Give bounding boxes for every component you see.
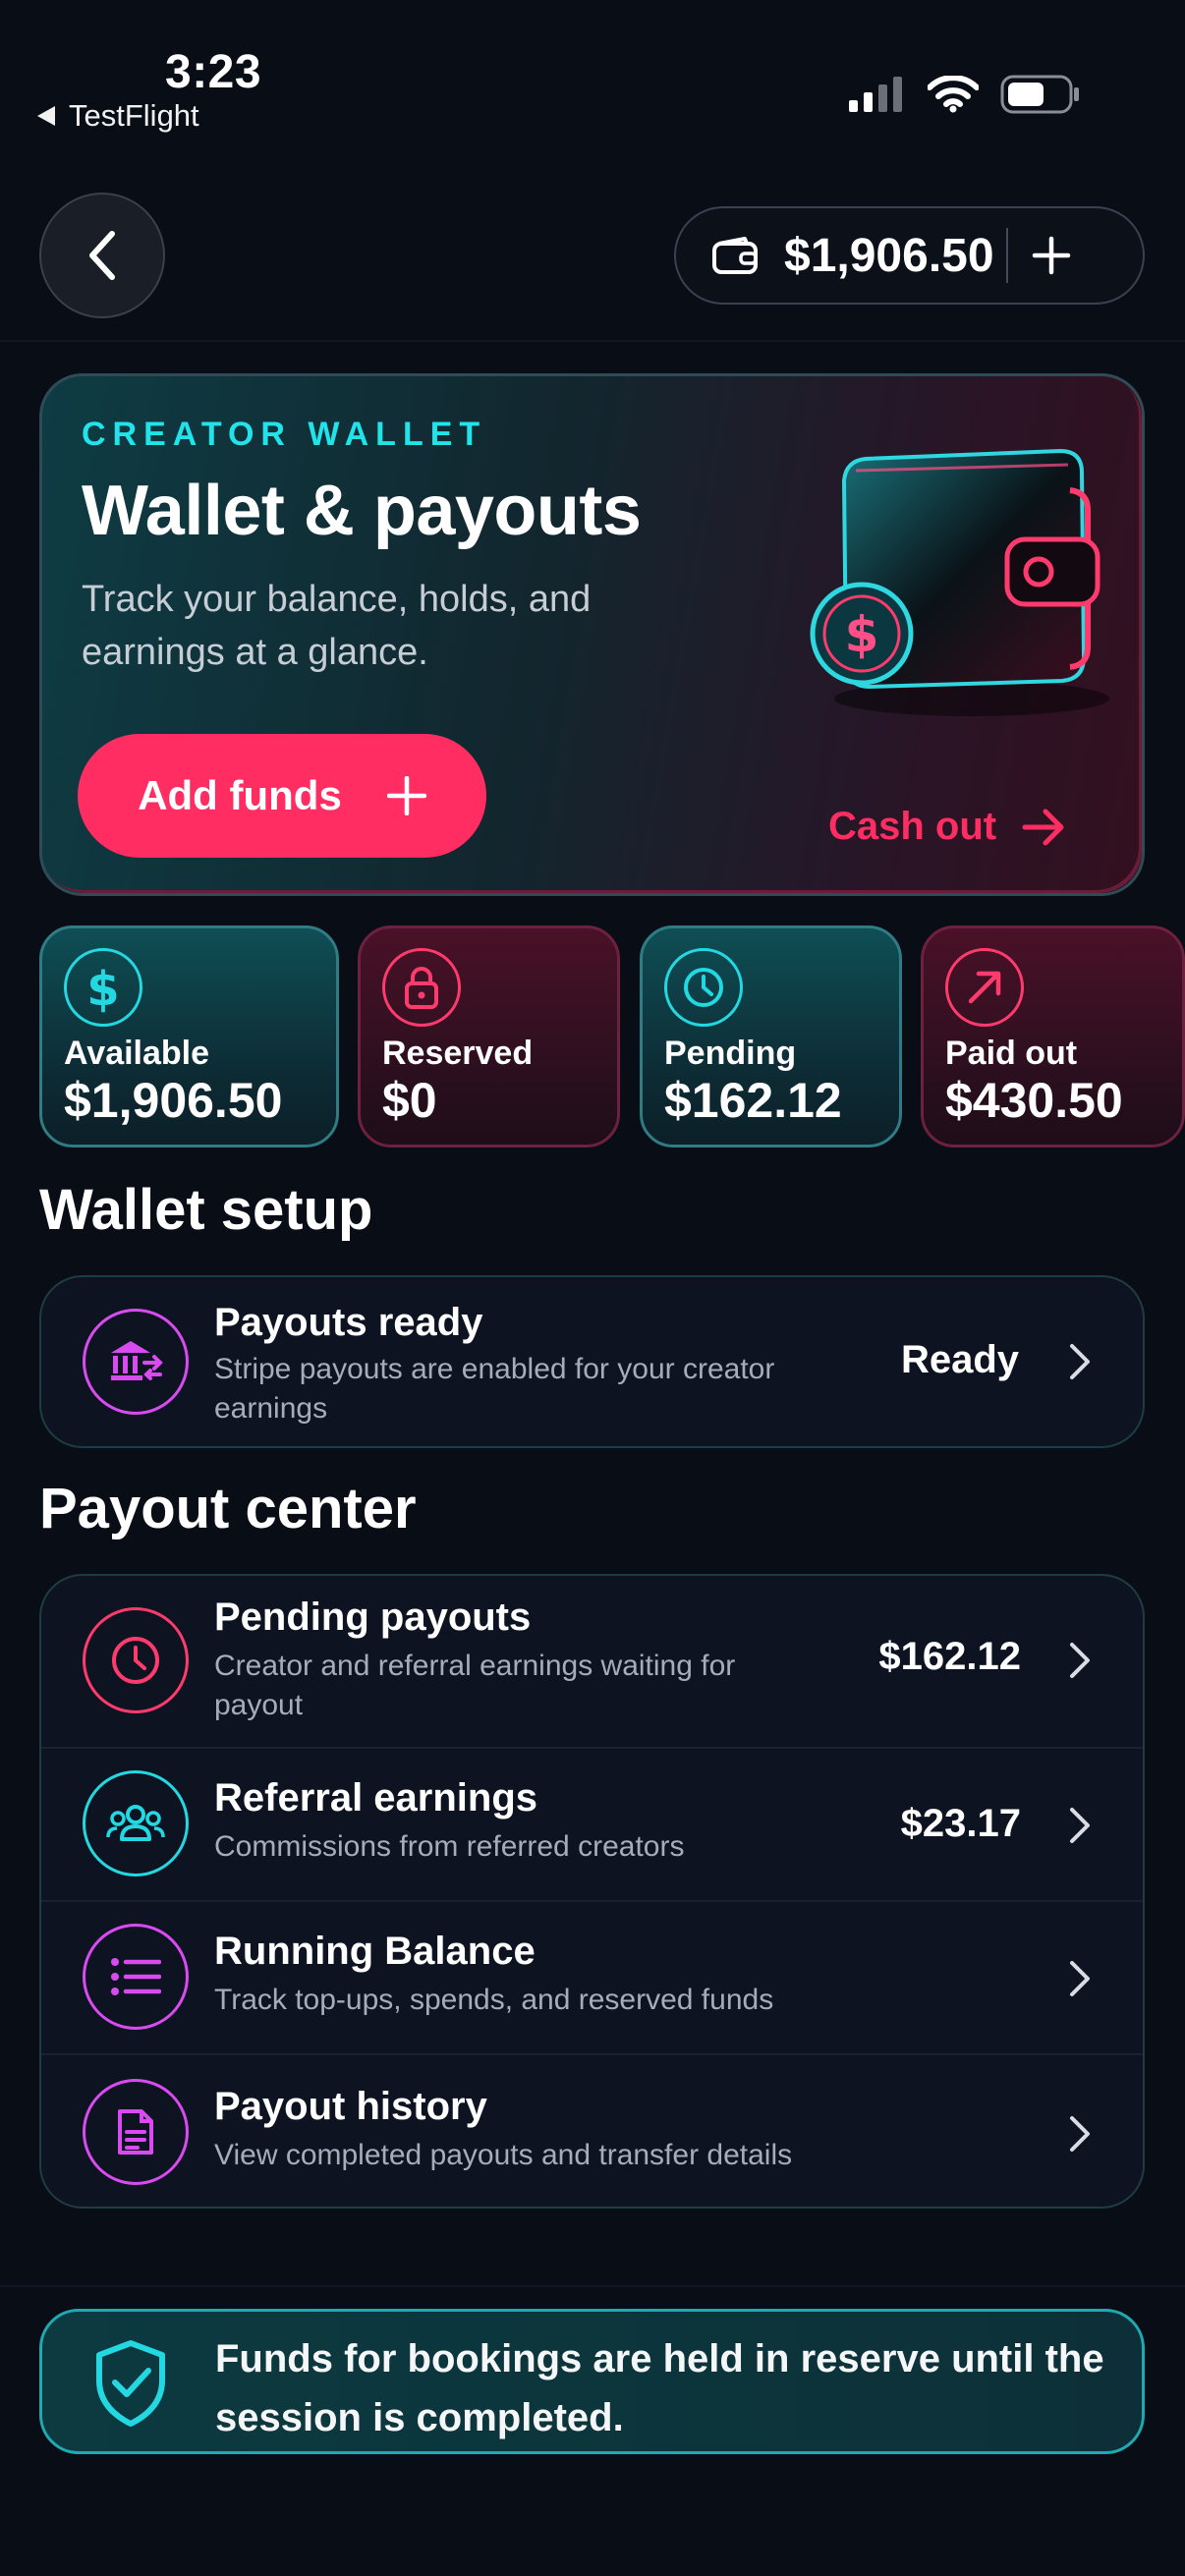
svg-text:$: $ <box>86 962 119 1013</box>
clock-icon <box>664 948 743 1027</box>
wallet-setup-heading: Wallet setup <box>39 1178 373 1242</box>
plus-icon <box>386 776 426 815</box>
payout-center-heading: Payout center <box>39 1477 417 1540</box>
header-divider <box>0 340 1185 342</box>
wallet-balance-amount: $1,906.50 <box>784 229 994 282</box>
creator-wallet-card: CREATOR WALLET Wallet & payouts Track yo… <box>39 373 1145 896</box>
row-value: $23.17 <box>900 1802 1021 1845</box>
chevron-right-icon <box>1070 2116 1090 2152</box>
back-triangle-icon <box>37 106 55 126</box>
add-funds-label: Add funds <box>138 772 342 818</box>
status-icons <box>847 75 1081 114</box>
cash-out-button[interactable]: Cash out <box>828 805 1065 849</box>
stat-value: $162.12 <box>664 1073 842 1128</box>
stat-value: $0 <box>382 1073 437 1128</box>
row-title: Payout history <box>214 2085 487 2128</box>
row-title: Running Balance <box>214 1930 536 1973</box>
bank-transfer-icon <box>83 1309 189 1415</box>
shield-check-icon <box>96 2340 165 2427</box>
stat-card-available[interactable]: $ Available $1,906.50 <box>39 925 339 1148</box>
chevron-right-icon <box>1070 1961 1090 1996</box>
row-title: Referral earnings <box>214 1776 538 1820</box>
running-balance-row[interactable]: Running Balance Track top-ups, spends, a… <box>41 1902 1143 2053</box>
payouts-ready-row[interactable]: Payouts ready Stripe payouts are enabled… <box>39 1275 1145 1448</box>
add-funds-button[interactable]: Add funds <box>78 734 486 858</box>
row-title: Pending payouts <box>214 1596 532 1639</box>
chevron-right-icon <box>1070 1643 1090 1678</box>
row-subtitle: Commissions from referred creators <box>214 1830 685 1863</box>
cash-out-label: Cash out <box>828 805 997 848</box>
stat-card-pending[interactable]: Pending $162.12 <box>640 925 902 1148</box>
stat-value: $1,906.50 <box>64 1073 283 1128</box>
arrow-up-right-icon <box>945 948 1024 1027</box>
wifi-icon <box>928 76 979 113</box>
payout-center-list: Pending payouts Creator and referral ear… <box>39 1574 1145 2209</box>
row-subtitle: View completed payouts and transfer deta… <box>214 2139 793 2171</box>
pill-divider <box>1005 228 1008 283</box>
stat-card-reserved[interactable]: Reserved $0 <box>358 925 620 1148</box>
notice-text: Funds for bookings are held in reserve u… <box>215 2337 1104 2439</box>
page-title: Wallet & payouts <box>82 472 642 550</box>
row-subtitle: Track top-ups, spends, and reserved fund… <box>214 1984 774 2016</box>
stat-value: $430.50 <box>945 1073 1123 1128</box>
stat-label: Available <box>64 1035 210 1072</box>
row-subtitle: Creator and referral earnings waiting fo… <box>214 1650 736 1721</box>
referral-earnings-row[interactable]: Referral earnings Commissions from refer… <box>41 1749 1143 1900</box>
stat-card-paid-out[interactable]: Paid out $430.50 <box>921 925 1185 1148</box>
payout-history-row[interactable]: Payout history View completed payouts an… <box>41 2055 1143 2207</box>
stat-label: Paid out <box>945 1035 1078 1072</box>
hero-subtitle: Track your balance, holds, and earnings … <box>82 579 592 673</box>
row-value: $162.12 <box>878 1635 1021 1678</box>
wallet-icon <box>712 237 758 274</box>
arrow-right-icon <box>1022 809 1064 845</box>
cellular-signal-icon <box>849 77 902 112</box>
stat-label: Reserved <box>382 1035 534 1072</box>
dollar-icon: $ <box>64 948 142 1027</box>
add-icon[interactable] <box>1032 236 1071 275</box>
status-badge: Ready <box>900 1338 1019 1381</box>
back-to-app-link[interactable]: TestFlight <box>37 98 199 134</box>
row-subtitle: Stripe payouts are enabled for your crea… <box>214 1353 775 1425</box>
status-time: 3:23 <box>165 46 262 98</box>
chevron-right-icon <box>1070 1808 1090 1843</box>
back-button[interactable] <box>39 193 165 318</box>
reserve-notice: Funds for bookings are held in reserve u… <box>39 2309 1145 2454</box>
pending-payouts-row[interactable]: Pending payouts Creator and referral ear… <box>41 1576 1143 1747</box>
svg-text:$: $ <box>845 606 879 663</box>
row-title: Payouts ready <box>214 1301 483 1344</box>
chevron-right-icon <box>1070 1344 1090 1379</box>
wallet-balance-pill[interactable]: $1,906.50 <box>674 206 1145 305</box>
people-icon <box>83 1770 189 1876</box>
battery-icon <box>1000 75 1079 114</box>
lock-icon <box>382 948 461 1027</box>
back-app-label: TestFlight <box>69 98 199 133</box>
document-icon <box>83 2079 189 2185</box>
clock-icon <box>83 1607 189 1713</box>
hero-eyebrow: CREATOR WALLET <box>82 416 487 453</box>
wallet-illustration-icon: $ <box>810 448 1109 716</box>
chevron-left-icon <box>89 231 115 280</box>
footer-divider <box>0 2285 1185 2287</box>
stat-label: Pending <box>664 1035 797 1072</box>
list-icon <box>83 1924 189 2030</box>
